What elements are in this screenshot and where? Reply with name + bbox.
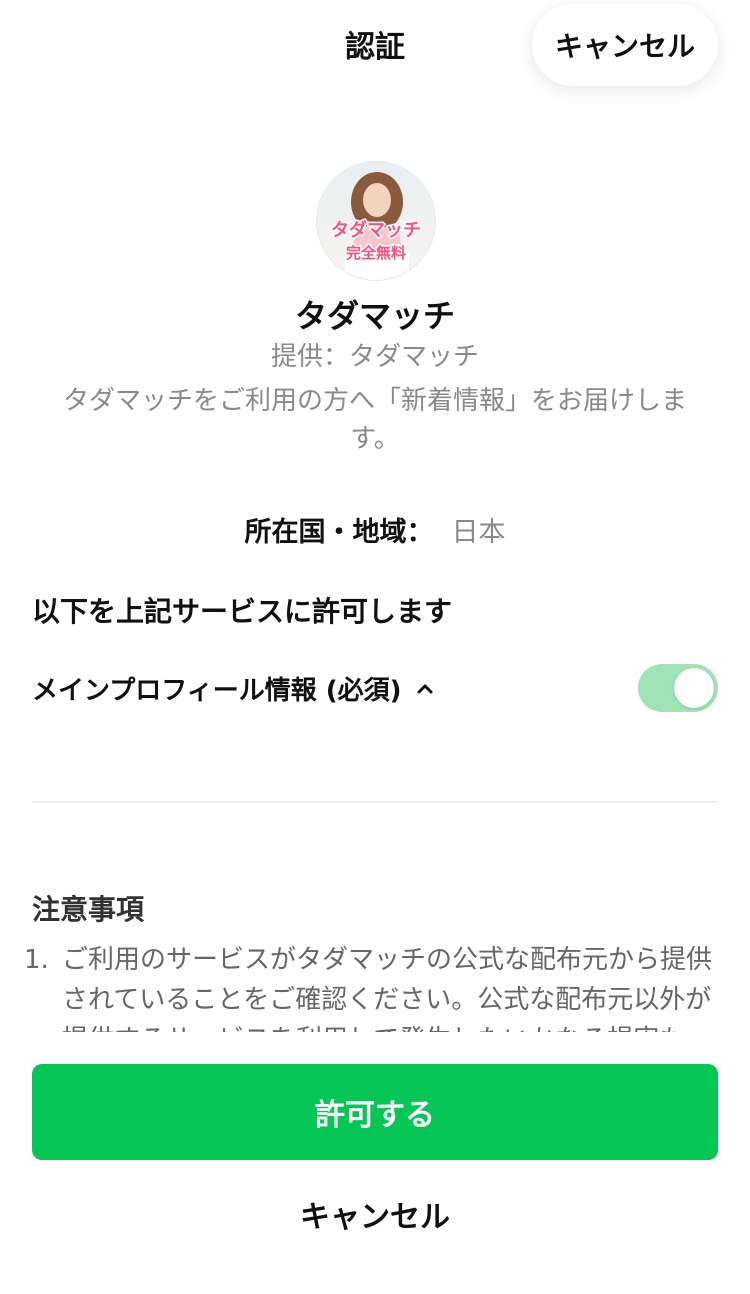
permission-heading: 以下を上記サービスに許可します	[32, 595, 453, 628]
avatar-text-line2: 完全無料	[346, 244, 406, 262]
chevron-up-icon	[417, 684, 433, 693]
notes-item: 1. ご利用のサービスがタダマッチの公式な配布元から提供されていることをご確認く…	[24, 940, 714, 1032]
cancel-button[interactable]: キャンセル	[0, 1192, 750, 1236]
region-row: 所在国・地域： 日本	[0, 510, 750, 549]
region-label: 所在国・地域：	[244, 517, 434, 548]
notes-section: 注意事項 1. ご利用のサービスがタダマッチの公式な配布元から提供されていること…	[0, 880, 750, 1032]
allow-button[interactable]: 許可する	[32, 1064, 718, 1160]
profile-permission-label: メインプロフィール情報 (必須)	[32, 676, 402, 706]
app-description: タダマッチをご利用の方へ「新着情報」をお届けします。	[62, 386, 687, 454]
notes-title: 注意事項	[32, 893, 145, 926]
avatar-text-line1: タダマッチ	[331, 219, 421, 241]
app-provider: 提供：タダマッチ	[270, 342, 479, 372]
profile-permission-toggle[interactable]	[638, 664, 718, 712]
app-avatar-image: タダマッチ 完全無料	[317, 162, 435, 280]
region-value: 日本	[451, 517, 506, 548]
header: 認証 キャンセル	[0, 0, 750, 90]
notes-item-number: 1.	[24, 945, 49, 975]
profile-permission-expander[interactable]: メインプロフィール情報 (必須)	[32, 670, 434, 707]
notes-item-text: ご利用のサービスがタダマッチの公式な配布元から提供されていることをご確認ください…	[62, 945, 713, 1032]
divider	[32, 801, 718, 803]
app-name: タダマッチ	[294, 297, 455, 335]
profile-permission-row: メインプロフィール情報 (必須)	[32, 664, 718, 714]
header-cancel-button[interactable]: キャンセル	[532, 4, 718, 86]
toggle-knob	[674, 668, 714, 708]
app-avatar: タダマッチ 完全無料	[316, 161, 436, 281]
